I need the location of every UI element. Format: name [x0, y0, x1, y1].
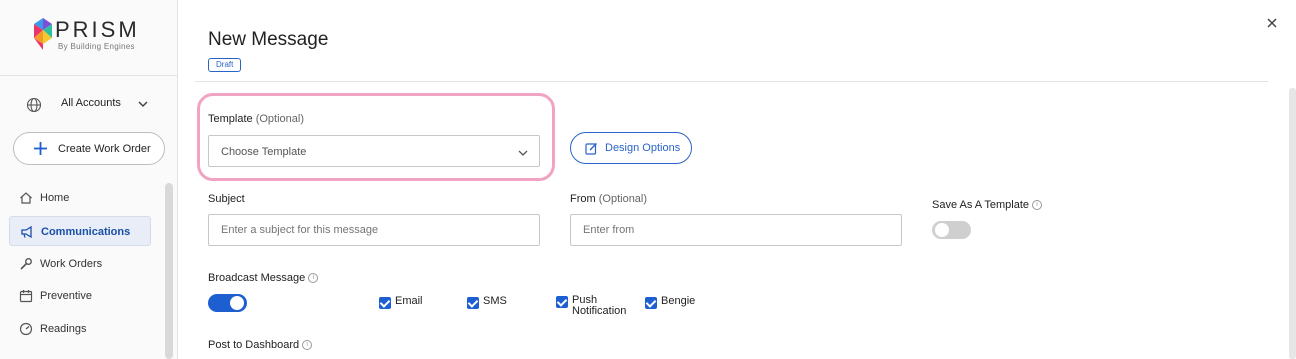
post-dashboard-label: Post to Dashboard i: [208, 339, 313, 351]
subject-input[interactable]: [208, 214, 540, 246]
sidebar-scrollbar[interactable]: [165, 183, 173, 359]
toggle-knob: [230, 296, 244, 310]
template-optional: (Optional): [255, 113, 304, 125]
design-options-button[interactable]: Design Options: [570, 132, 692, 164]
save-template-label-text: Save As A Template: [932, 199, 1030, 211]
close-icon[interactable]: [1265, 16, 1279, 30]
checkbox-checked: [556, 296, 568, 308]
template-select-value: Choose Template: [221, 146, 307, 158]
sidebar-item-label: Communications: [41, 226, 131, 238]
channel-label: SMS: [483, 295, 507, 307]
sidebar-item-label: Preventive: [40, 290, 92, 302]
from-label: From (Optional): [570, 193, 647, 205]
channel-label: Email: [395, 295, 423, 307]
plus-icon: [34, 142, 47, 155]
checkbox-checked: [467, 297, 479, 309]
status-badge: Draft: [208, 58, 242, 72]
create-work-order-button[interactable]: Create Work Order: [13, 132, 165, 165]
chevron-down-icon: [518, 150, 528, 156]
subject-label: Subject: [208, 193, 245, 205]
from-input[interactable]: [570, 214, 902, 246]
sidebar-item-label: Home: [40, 192, 70, 204]
template-label-text: Template: [208, 113, 253, 125]
header-divider: [195, 81, 1268, 82]
broadcast-label: Broadcast Message i: [208, 272, 319, 284]
sidebar: PRISM By Building Engines All Accounts C…: [0, 0, 178, 359]
brand-tagline: By Building Engines: [58, 42, 135, 51]
save-template-toggle[interactable]: [932, 221, 971, 239]
template-select[interactable]: Choose Template: [208, 135, 540, 167]
channel-label: Push Notification: [572, 294, 627, 317]
page-title: New Message: [208, 29, 329, 50]
sidebar-item-preventive[interactable]: Preventive: [9, 281, 151, 311]
home-icon: [20, 192, 32, 204]
from-optional: (Optional): [598, 193, 648, 205]
account-selector[interactable]: All Accounts: [24, 95, 154, 115]
chevron-down-icon: [138, 101, 148, 108]
main-scrollbar[interactable]: [1289, 88, 1296, 359]
save-template-label: Save As A Template i: [932, 199, 1043, 211]
info-icon[interactable]: i: [308, 273, 319, 284]
brand-logo[interactable]: PRISM By Building Engines: [34, 17, 144, 53]
toggle-knob: [935, 223, 949, 237]
sidebar-item-communications[interactable]: Communications: [9, 216, 151, 246]
megaphone-icon: [21, 225, 32, 239]
sidebar-divider: [0, 75, 177, 76]
brand-name: PRISM: [55, 17, 140, 42]
design-options-label: Design Options: [605, 142, 681, 154]
post-dashboard-label-text: Post to Dashboard: [208, 339, 300, 351]
broadcast-toggle[interactable]: [208, 294, 247, 312]
wrench-icon: [20, 258, 32, 270]
sidebar-item-work-orders[interactable]: Work Orders: [9, 249, 151, 279]
info-icon[interactable]: i: [1032, 200, 1043, 211]
sidebar-item-readings[interactable]: Readings: [9, 314, 151, 344]
sidebar-item-label: Readings: [40, 323, 87, 335]
checkbox-checked: [645, 297, 657, 309]
sidebar-item-home[interactable]: Home: [9, 183, 151, 213]
template-label: Template (Optional): [208, 113, 304, 125]
prism-logo-icon: [34, 18, 52, 50]
edit-icon: [585, 143, 597, 155]
account-selector-label: All Accounts: [61, 97, 121, 109]
broadcast-label-text: Broadcast Message: [208, 272, 306, 284]
from-label-text: From: [570, 193, 596, 205]
calendar-icon: [19, 290, 33, 303]
create-work-order-label: Create Work Order: [58, 143, 151, 155]
channel-label: Bengie: [661, 295, 696, 307]
gauge-icon: [19, 322, 33, 336]
sidebar-item-label: Work Orders: [40, 258, 103, 270]
checkbox-checked: [379, 297, 391, 309]
globe-icon: [26, 97, 42, 113]
info-icon[interactable]: i: [302, 340, 313, 351]
